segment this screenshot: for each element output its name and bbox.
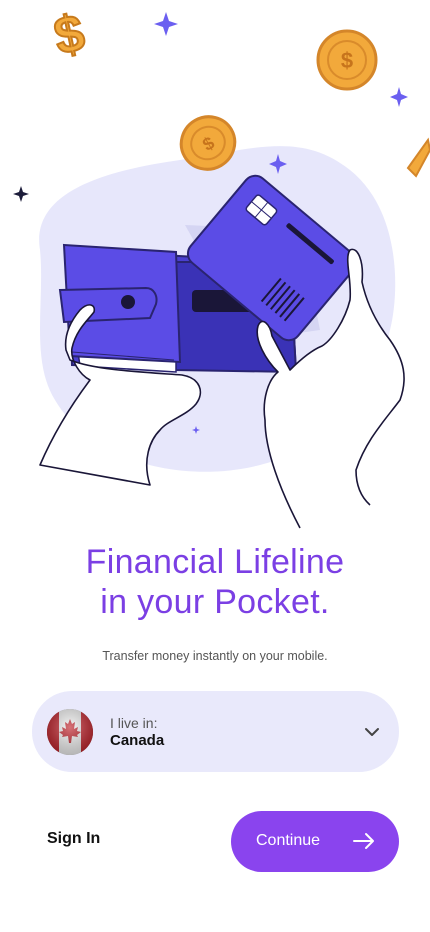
- coin-icon: $: [316, 29, 378, 91]
- sign-in-link[interactable]: Sign In: [47, 830, 100, 848]
- svg-text:$: $: [49, 4, 89, 67]
- continue-button[interactable]: Continue: [231, 811, 399, 872]
- headline: Financial Lifeline in your Pocket.: [0, 542, 430, 622]
- headline-line-1: Financial Lifeline: [85, 543, 345, 581]
- country-selector[interactable]: I live in: Canada: [32, 691, 399, 772]
- canada-flag-icon: [47, 709, 93, 755]
- svg-text:$: $: [341, 48, 353, 73]
- sparkle-icon: [13, 186, 29, 202]
- continue-button-label: Continue: [256, 832, 321, 849]
- dollar-sign-icon: $: [48, 3, 90, 68]
- hero-illustration: $ $ $: [13, 3, 430, 529]
- sparkle-icon: [390, 87, 408, 107]
- sparkle-icon: [154, 12, 178, 36]
- subtitle: Transfer money instantly on your mobile.: [102, 649, 328, 663]
- arrow-right-icon: [353, 833, 374, 849]
- country-selector-value: Canada: [110, 732, 165, 749]
- headline-line-2: in your Pocket.: [100, 583, 330, 621]
- chevron-down-icon[interactable]: [363, 723, 381, 741]
- country-selector-label: I live in:: [110, 715, 158, 731]
- coin-icon: [406, 137, 430, 178]
